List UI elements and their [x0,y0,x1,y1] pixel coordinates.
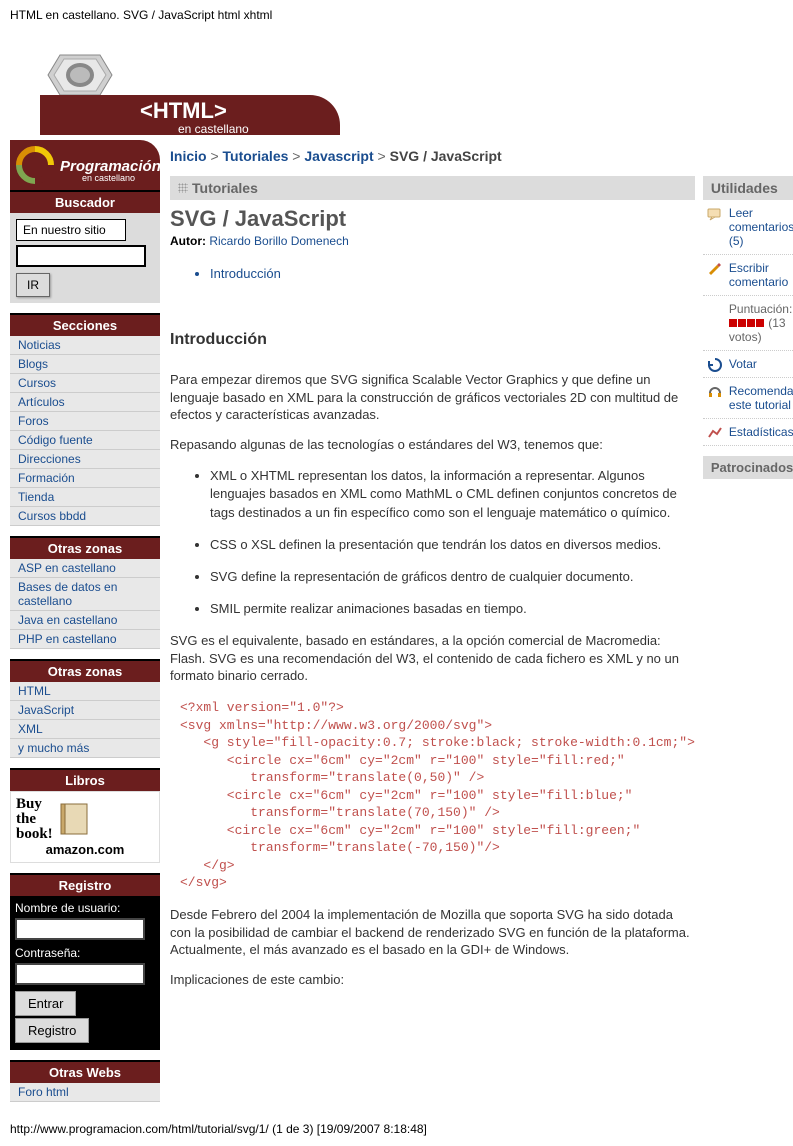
registro-header: Registro [10,873,160,896]
nav-item[interactable]: Direcciones [10,450,160,469]
prog-sub: en castellano [82,173,135,183]
util-write-comment[interactable]: Escribir comentario [703,255,793,296]
utilities-sidebar: Utilidades Leer comentarios (5) Escribir… [703,176,793,1000]
search-header: Buscador [10,190,160,213]
util-vote[interactable]: Votar [703,351,793,378]
password-label: Contraseña: [15,946,155,960]
programacion-badge: Programación en castellano [10,140,160,190]
list-item: CSS o XSL definen la presentación que te… [210,536,695,554]
register-button[interactable]: Registro [15,1018,89,1043]
author-line: Autor: Ricardo Borillo Domenech [170,234,695,266]
amazon-buy-box[interactable]: Buy the book! amazon.com [10,791,160,863]
chart-icon [707,425,723,441]
sidebar: Programación en castellano Buscador En n… [10,140,160,1102]
zonas2-list: HTML JavaScript XML y mucho más [10,682,160,758]
article-title: SVG / JavaScript [170,200,695,234]
breadcrumb-link[interactable]: Inicio [170,148,207,164]
util-read-comments[interactable]: Leer comentarios (5) [703,200,793,255]
book-icon [57,800,91,840]
banner-subtitle: en castellano [178,122,249,136]
util-rating: Puntuación: (13 votos) [703,296,793,351]
search-scope-label: En nuestro sitio [16,219,126,241]
nav-item[interactable]: Foros [10,412,160,431]
patrocinados-header: Patrocinados [703,456,793,479]
nav-item[interactable]: Java en castellano [10,611,160,630]
banner-title: <HTML> [140,98,227,124]
search-input[interactable] [16,245,146,267]
comments-icon [707,206,723,222]
nav-item[interactable]: ASP en castellano [10,559,160,578]
paragraph: SVG es el equivalente, basado en estánda… [170,632,695,685]
breadcrumb: Inicio > Tutoriales > Javascript > SVG /… [170,140,793,176]
nav-item[interactable]: Noticias [10,336,160,355]
site-banner: <HTML> en castellano [10,40,793,140]
breadcrumb-current: SVG / JavaScript [390,148,502,164]
otras-webs-list: Foro html [10,1083,160,1102]
libros-header: Libros [10,768,160,791]
tutoriales-col-header: Tutoriales [170,176,695,200]
util-recommend[interactable]: Recomendar este tutorial [703,378,793,419]
nav-item[interactable]: Cursos bbdd [10,507,160,526]
table-of-contents: Introducción [170,266,695,281]
nav-item[interactable]: Artículos [10,393,160,412]
zonas1-list: ASP en castellano Bases de datos en cast… [10,559,160,649]
username-label: Nombre de usuario: [15,901,155,915]
nav-item[interactable]: HTML [10,682,160,701]
search-box: En nuestro sitio IR [10,213,160,303]
footer-url: http://www.programacion.com/html/tutoria… [0,1102,793,1146]
nav-item[interactable]: JavaScript [10,701,160,720]
nav-item[interactable]: Cursos [10,374,160,393]
zonas2-header: Otras zonas [10,659,160,682]
pencil-icon [707,261,723,277]
bullet-list: XML o XHTML representan los datos, la in… [170,467,695,618]
username-input[interactable] [15,918,145,940]
nav-item[interactable]: Código fuente [10,431,160,450]
nav-item[interactable]: Foro html [10,1083,160,1102]
nav-item[interactable]: Tienda [10,488,160,507]
headset-icon [707,384,723,400]
nav-item[interactable]: Blogs [10,355,160,374]
nav-item[interactable]: Formación [10,469,160,488]
author-link[interactable]: Ricardo Borillo Domenech [209,234,348,248]
login-form: Nombre de usuario: Contraseña: Entrar Re… [10,896,160,1050]
breadcrumb-link[interactable]: Tutoriales [223,148,289,164]
utilities-header: Utilidades [703,176,793,200]
login-button[interactable]: Entrar [15,991,76,1016]
toc-item[interactable]: Introducción [210,266,695,281]
refresh-icon [707,357,723,373]
list-item: SVG define la representación de gráficos… [210,568,695,586]
list-item: SMIL permite realizar animaciones basada… [210,600,695,618]
search-button[interactable]: IR [16,273,50,297]
list-item: XML o XHTML representan los datos, la in… [210,467,695,522]
secciones-list: Noticias Blogs Cursos Artículos Foros Có… [10,336,160,526]
grip-icon [178,183,188,193]
nav-item[interactable]: y mucho más [10,739,160,758]
secciones-header: Secciones [10,313,160,336]
nav-item[interactable]: Bases de datos en castellano [10,578,160,611]
zonas1-header: Otras zonas [10,536,160,559]
nav-item[interactable]: PHP en castellano [10,630,160,649]
paragraph: Implicaciones de este cambio: [170,971,695,989]
paragraph: Repasando algunas de las tecnologías o e… [170,436,695,454]
otras-webs-header: Otras Webs [10,1060,160,1083]
code-block: <?xml version="1.0"?> <svg xmlns="http:/… [180,699,695,892]
section-heading: Introducción [170,321,695,359]
page-header: HTML en castellano. SVG / JavaScript htm… [0,0,793,30]
paragraph: Desde Febrero del 2004 la implementación… [170,906,695,959]
paragraph: Para empezar diremos que SVG significa S… [170,371,695,424]
article: Tutoriales SVG / JavaScript Autor: Ricar… [170,176,703,1000]
util-stats[interactable]: Estadísticas [703,419,793,446]
arrows-circle-icon [15,145,55,185]
nav-item[interactable]: XML [10,720,160,739]
breadcrumb-link[interactable]: Javascript [304,148,373,164]
amazon-brand: amazon.com [16,842,154,857]
password-input[interactable] [15,963,145,985]
